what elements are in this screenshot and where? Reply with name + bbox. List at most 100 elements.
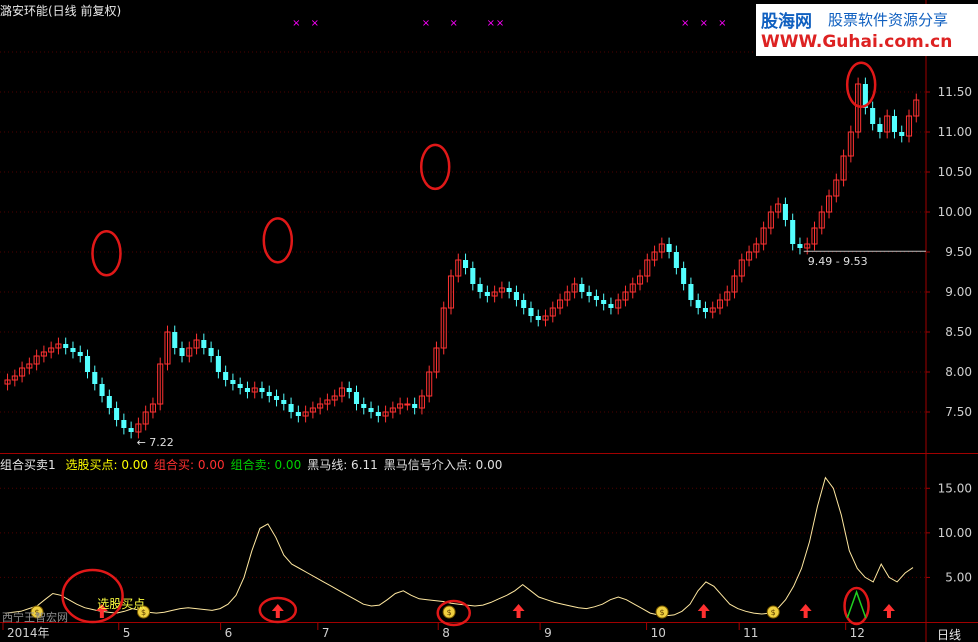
- candle-body: [470, 268, 476, 284]
- candle-body: [273, 396, 280, 400]
- y-tick-label: 11.00: [938, 125, 972, 139]
- min-price-label: ← 7.22: [137, 436, 174, 449]
- candle-body: [608, 304, 614, 308]
- x-tick-label: 11: [743, 626, 758, 640]
- candle-body: [593, 296, 599, 300]
- y-tick-label: 8.00: [945, 365, 972, 379]
- candle-body: [361, 404, 367, 408]
- indicator-item: 组合买: 0.00: [154, 458, 225, 472]
- candle-body: [528, 308, 534, 316]
- signal-marker: ×: [700, 18, 708, 29]
- x-tick-label: 6: [225, 626, 233, 640]
- x-tick-label: 12: [850, 626, 865, 640]
- chart-title: 潞安环能(日线 前复权): [0, 4, 122, 18]
- signal-marker: ×: [292, 18, 300, 29]
- logo-tagline: 股票软件资源分享: [828, 11, 949, 29]
- candle-body: [230, 380, 236, 384]
- candle-body: [586, 292, 592, 296]
- candle-body: [521, 300, 527, 308]
- candle-body: [201, 340, 207, 348]
- candle-body: [237, 384, 243, 388]
- candle-body: [673, 252, 679, 268]
- indicator-item: 选股买点: 0.00: [65, 458, 149, 472]
- indicator-item: 黑马信号介入点: 0.00: [383, 458, 503, 472]
- candle-body: [179, 348, 185, 356]
- x-tick-label: 2014年: [7, 626, 50, 640]
- candle-body: [99, 384, 105, 396]
- candle-body: [223, 372, 229, 380]
- candle-body: [375, 412, 381, 416]
- candle-body: [877, 124, 883, 132]
- site-logo: 股海网 股票软件资源分享 WWW.Guhai.com.cn: [756, 4, 978, 56]
- series-line: [4, 476, 914, 617]
- candle-body: [114, 408, 120, 420]
- candle-body: [412, 404, 418, 408]
- candle-body: [295, 412, 301, 416]
- indicator-item: 黑马线: 6.11: [307, 458, 378, 472]
- signal-marker: ×: [718, 18, 726, 29]
- y-tick-label: 10.00: [938, 205, 972, 219]
- signal-marker: ×: [450, 18, 458, 29]
- period-label[interactable]: 日线: [937, 626, 961, 642]
- logo-name: 股海网: [761, 12, 812, 32]
- sub-y-tick-label: 5.00: [945, 570, 972, 584]
- indicator-header: 组合买卖1 选股买点: 0.00 组合买: 0.00 组合卖: 0.00 黑马线: 6…: [0, 456, 502, 473]
- candle-body: [666, 244, 672, 252]
- candle-body: [128, 428, 134, 432]
- candle-body: [579, 284, 585, 292]
- candle-body: [477, 284, 483, 292]
- x-tick-label: 7: [322, 626, 330, 640]
- money-bag-symbol: $: [660, 608, 665, 617]
- y-tick-label: 11.50: [938, 85, 972, 99]
- candle-body: [266, 392, 272, 396]
- x-tick-label: 10: [651, 626, 666, 640]
- candle-body: [106, 396, 112, 408]
- chart-canvas: 12.0011.5011.0010.5010.009.509.008.508.0…: [0, 0, 978, 642]
- candle-body: [601, 300, 607, 304]
- money-bag-symbol: $: [771, 608, 776, 617]
- highlight-circle: [419, 143, 451, 191]
- watermark: 西宁王智宏网: [2, 611, 68, 624]
- candle-body: [259, 388, 265, 392]
- highlight-circle: [845, 61, 877, 109]
- candle-body: [288, 404, 294, 412]
- candle-body: [695, 300, 701, 308]
- signal-marker: ×: [681, 18, 689, 29]
- buy-arrow-icon: [271, 604, 284, 618]
- candle-body: [353, 392, 360, 404]
- sub-y-tick-label: 10.00: [938, 526, 972, 540]
- candle-body: [77, 352, 83, 356]
- indicator-item: 组合卖: 0.00: [230, 458, 302, 472]
- buy-arrow-icon: [799, 604, 812, 618]
- candle-body: [70, 348, 76, 352]
- highlight-circle: [262, 217, 294, 264]
- candle-body: [484, 292, 490, 296]
- range-label: 9.49 - 9.53: [808, 255, 868, 268]
- candle-body: [368, 408, 374, 412]
- candle-body: [535, 316, 541, 320]
- candle-body: [63, 344, 69, 348]
- x-tick-label: 8: [442, 626, 450, 640]
- candle-body: [870, 108, 876, 124]
- candle-body: [281, 400, 287, 404]
- y-tick-label: 10.50: [938, 165, 972, 179]
- candle-body: [688, 284, 694, 300]
- highlight-circle: [91, 230, 122, 277]
- candle-body: [891, 116, 898, 132]
- signal-marker: ×: [496, 18, 504, 29]
- candle-body: [702, 308, 708, 312]
- candle-body: [790, 220, 796, 244]
- candle-body: [346, 388, 352, 392]
- candle-body: [92, 372, 98, 384]
- buy-arrow-icon: [697, 604, 710, 618]
- candle-body: [463, 260, 469, 268]
- candle-body: [797, 244, 803, 248]
- candle-body: [513, 292, 519, 300]
- candle-body: [782, 204, 788, 220]
- logo-url: WWW.Guhai.com.cn: [761, 32, 953, 52]
- sub-y-tick-label: 15.00: [938, 481, 972, 495]
- candle-body: [899, 132, 905, 136]
- buy-arrow-icon: [512, 604, 525, 618]
- y-tick-label: 9.50: [945, 245, 972, 259]
- y-tick-label: 7.50: [945, 405, 972, 419]
